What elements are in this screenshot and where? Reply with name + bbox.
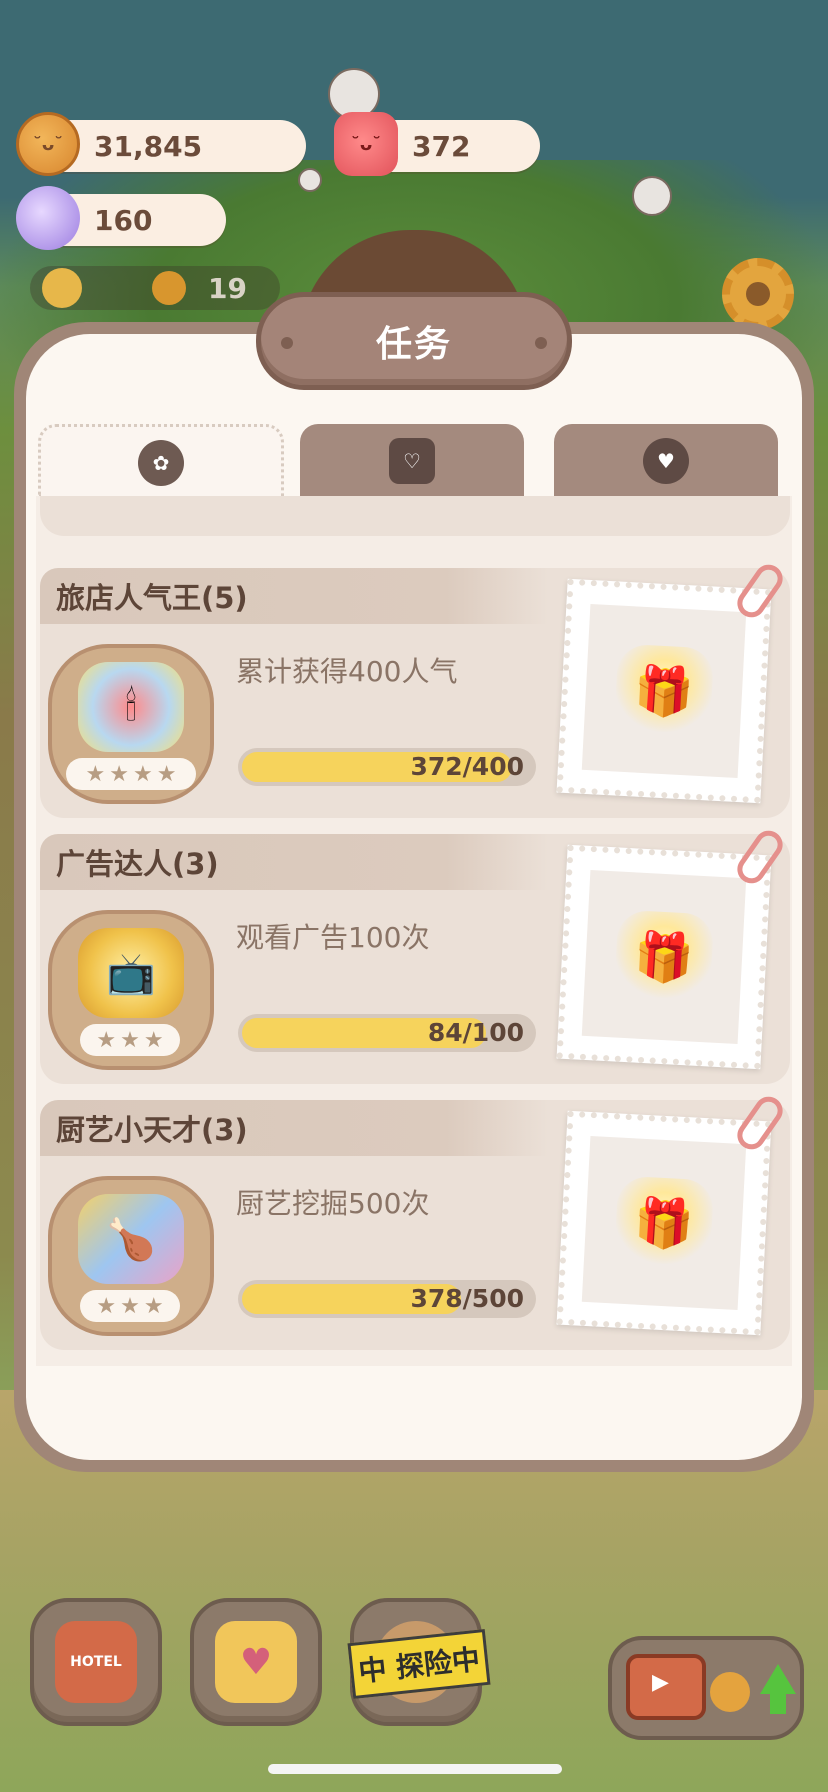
diary-icon: ♥: [215, 1621, 297, 1703]
candle-badge-icon: 🕯 ★ ★ ★ ★: [48, 644, 214, 804]
previous-quest-card-partial: [40, 496, 790, 536]
diary-button[interactable]: ♥: [190, 1598, 322, 1726]
gift-box-icon: 🎁: [613, 1175, 715, 1271]
star-rating: ★ ★ ★: [80, 1024, 180, 1056]
star-rating: ★ ★ ★: [80, 1290, 180, 1322]
quest-title-ribbon: 广告达人(3): [40, 834, 548, 890]
megaphone-icon[interactable]: [42, 268, 82, 308]
paw-medal-icon: ✿: [138, 439, 184, 486]
reward-stamp[interactable]: 🎁: [556, 1110, 772, 1336]
candle-icon: ˘ᴗ˘: [334, 112, 398, 176]
popularity-count: 19: [208, 271, 247, 305]
cookie-icon: [710, 1672, 750, 1712]
quest-title-ribbon: 厨艺小天才(3): [40, 1100, 548, 1156]
panel-title-plate: 任务: [256, 292, 572, 390]
tv-badge-icon: 📺 ★ ★ ★: [48, 910, 214, 1070]
quest-card: 厨艺小天才(3) 🍗 ★ ★ ★ 厨艺挖掘500次 378/500 🎁: [40, 1091, 790, 1350]
quest-title: 旅店人气王(5): [56, 581, 248, 615]
quest-title: 厨艺小天才(3): [56, 1113, 248, 1147]
quest-card: 广告达人(3) 📺 ★ ★ ★ 观看广告100次 84/100 🎁: [40, 825, 790, 1084]
cooking-badge-icon: 🍗 ★ ★ ★: [48, 1176, 214, 1336]
progress-text: 84/100: [427, 1018, 524, 1047]
duck-character: [298, 168, 322, 192]
quest-title: 广告达人(3): [56, 847, 219, 881]
quest-title-ribbon: 旅店人气王(5): [40, 568, 548, 624]
quest-description: 累计获得400人气: [236, 655, 458, 688]
up-arrow-icon: [760, 1664, 796, 1694]
rivet: [535, 337, 547, 349]
gem-count: 160: [94, 203, 153, 237]
ad-boost-button[interactable]: [608, 1636, 804, 1740]
tab-bottle[interactable]: ♥: [554, 424, 778, 498]
candle-count: 372: [412, 129, 471, 163]
panel-title: 任务: [375, 324, 452, 365]
quest-description: 厨艺挖掘500次: [236, 1187, 430, 1220]
gift-box-icon: 🎁: [613, 643, 715, 739]
tab-achievements[interactable]: ✿: [38, 424, 284, 498]
rivet: [281, 337, 293, 349]
gift-box-icon: 🎁: [613, 909, 715, 1005]
popularity-counter: 19: [30, 266, 280, 310]
star-rating: ★ ★ ★ ★: [66, 758, 196, 790]
hotel-button[interactable]: HOTEL: [30, 1598, 162, 1726]
quest-card: 旅店人气王(5) 🕯 ★ ★ ★ ★ 累计获得400人气 372/400 🎁: [40, 559, 790, 818]
home-indicator[interactable]: [268, 1764, 562, 1774]
candle-counter: ˘ᴗ˘ 372: [334, 112, 540, 176]
tab-notes[interactable]: ♡: [300, 424, 524, 498]
quest-list[interactable]: 旅店人气王(5) 🕯 ★ ★ ★ ★ 累计获得400人气 372/400 🎁 广告达人…: [36, 496, 792, 1366]
hotel-icon: HOTEL: [55, 1621, 137, 1703]
cookie-counter: ˘ᴗ˘ 31,845: [16, 112, 306, 176]
tv-play-icon: [626, 1654, 706, 1720]
quest-description: 观看广告100次: [236, 921, 430, 954]
duck-character: [632, 176, 672, 216]
cookie-count: 31,845: [94, 129, 203, 163]
gem-icon: [16, 186, 80, 250]
gear-icon[interactable]: [722, 258, 794, 330]
note-heart-icon: ♡: [389, 438, 435, 484]
progress-text: 372/400: [410, 752, 524, 781]
progress-text: 378/500: [410, 1284, 524, 1313]
heart-bottle-icon: ♥: [643, 438, 689, 484]
reward-stamp[interactable]: 🎁: [556, 578, 772, 804]
cookie-icon: ˘ᴗ˘: [16, 112, 80, 176]
up-arrow-stem: [770, 1692, 786, 1714]
cookie-character-icon: [152, 271, 186, 305]
reward-stamp[interactable]: 🎁: [556, 844, 772, 1070]
gem-counter: 160: [16, 186, 226, 250]
